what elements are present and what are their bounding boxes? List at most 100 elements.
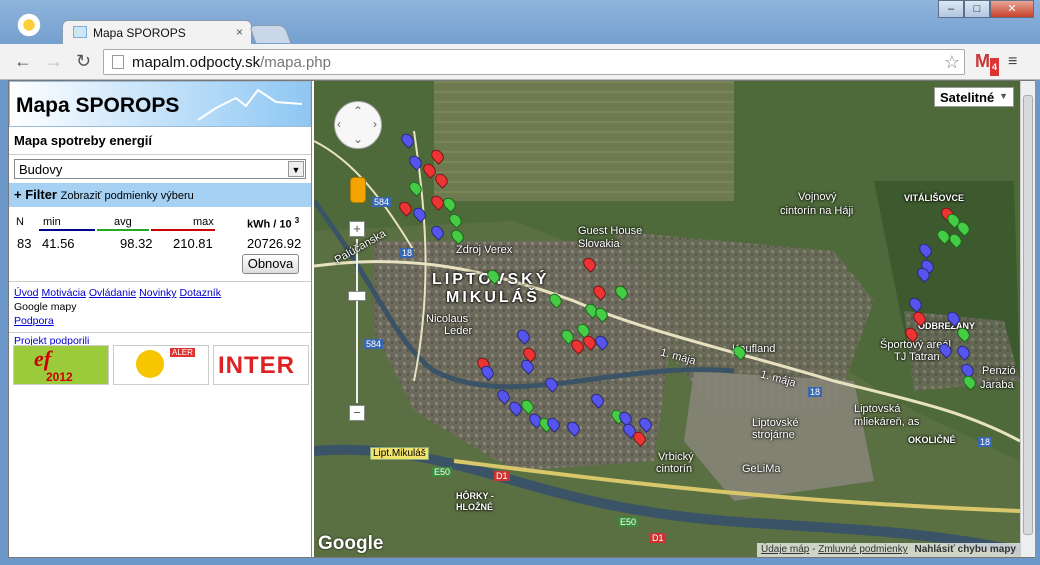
filter-toggle[interactable]: + Filter Zobraziť podmienky výberu [9,183,311,207]
shield-584-b: 584 [364,339,384,349]
pan-left-icon[interactable]: ‹ [337,117,341,131]
category-select[interactable]: Budovy ▼ [14,159,306,179]
map-favicon-icon [73,26,87,38]
label-vrbicky: Vrbický [658,451,694,463]
stat-header-avg: avg [114,216,132,228]
gmail-count-badge: 4 [989,58,999,76]
link-terms[interactable]: Zmluvné podmienky [818,544,907,555]
tab-mapa-sporops[interactable]: Mapa SPOROPS × [62,20,252,44]
brand-title: Mapa SPOROPS [16,94,180,117]
stat-header-max: max [193,216,214,228]
chevron-down-icon: ▼ [999,91,1008,101]
map-type-select[interactable]: Satelitné ▼ [934,87,1014,107]
maximize-button[interactable]: □ [964,0,990,18]
ef-mark: ef [34,346,52,371]
tab-title: Mapa SPOROPS [93,26,186,40]
label-lipt-mikulas: Lipt.Mikuláš [370,447,429,460]
tab-strip: Mapa SPOROPS × – □ ✕ [0,0,1040,44]
sidebar: Mapa SPOROPS Mapa spotreby energií Budov… [9,81,312,557]
zoom-slider-knob[interactable] [348,291,366,301]
zoom-in-button[interactable]: + [349,221,365,237]
page-scrollbar[interactable] [1020,81,1035,557]
label-city-2: MIKULÁŠ [446,289,540,306]
inter-text: INTER [218,352,295,379]
link-report-error[interactable]: Nahlásiť chybu mapy [915,544,1017,555]
forward-arrow-icon[interactable]: → [45,51,63,72]
stat-unit-exponent: 3 [294,216,300,225]
close-window-button[interactable]: ✕ [990,0,1034,18]
stat-avg: 98.32 [120,236,153,251]
flower-logo-icon [16,12,42,38]
browser-toolbar: ← → ↻ mapalm.odpocty.sk/mapa.php ☆ [0,44,1040,80]
label-zdroj: Zdroj Verex [456,244,513,256]
label-vojnovy: Vojnový [798,191,837,203]
label-okolicne: OKOLIČNÉ [908,435,956,445]
window-controls: – □ ✕ [938,0,1034,20]
label-gelima: GeLiMa [742,463,781,475]
filter-label: + Filter [14,187,57,202]
label-jaraba: Jaraba [980,379,1014,391]
stat-header-n: N [16,216,24,228]
url-text: mapalm.odpocty.sk/mapa.php [132,54,331,71]
zoom-out-button[interactable]: − [349,405,365,421]
map-canvas[interactable]: ⌃ ‹ › ⌄ + − Satelitné ▼ LIPTOVSKÝ MIKULÁ… [314,81,1020,557]
refresh-button[interactable]: Obnova [242,254,299,274]
aler-logo[interactable]: ALER [113,345,209,385]
shield-e50-b: E50 [618,517,639,527]
inter-logo[interactable]: INTER [213,345,309,385]
pan-down-icon[interactable]: ⌄ [353,132,363,146]
map-type-label: Satelitné [940,90,995,105]
pan-up-icon[interactable]: ⌃ [353,104,363,118]
ef-logo[interactable]: ef 2012 [13,345,109,385]
tab-close-icon[interactable]: × [236,25,243,39]
chevron-down-icon[interactable]: ▼ [288,161,304,177]
label-liptovske: Liptovské [752,417,799,429]
sponsor-logos: ef 2012 ALER INTER [13,345,309,385]
back-arrow-icon[interactable]: ← [14,51,32,72]
nav-links: Úvod Motivácia Ovládanie Novinky Dotazník Go… [9,282,311,333]
filter-hint: Zobraziť podmienky výberu [60,190,194,202]
shield-e50: E50 [432,467,453,477]
ef-year: 2012 [46,370,73,384]
avg-line [97,229,149,231]
new-tab-button[interactable] [248,25,292,43]
stat-min: 41.56 [42,236,75,251]
page-icon [112,55,124,69]
minimize-button[interactable]: – [938,0,964,18]
shield-18-c: 18 [978,437,993,447]
section-title: Mapa spotreby energií [9,127,311,155]
max-line [151,229,215,231]
stat-header-unit: kWh / 10 3 [247,216,299,231]
shield-d1-b: D1 [650,533,666,543]
stat-header-min: min [43,216,61,228]
stats-panel: N min avg max kWh / 10 3 83 41.56 98.32 … [9,210,311,282]
aler-label: ALER [170,348,195,357]
link-motivacia[interactable]: Motivácia [42,287,86,299]
link-dotaznik[interactable]: Dotazník [180,287,221,299]
reload-icon[interactable]: ↻ [76,51,91,72]
label-vrbicky-2: cintorín [656,463,693,475]
zoom-track[interactable] [356,239,358,403]
label-hlozne: HLOŽNÉ [456,502,493,512]
bookmark-star-icon[interactable]: ☆ [944,52,960,73]
address-bar[interactable]: mapalm.odpocty.sk/mapa.php ☆ [103,49,965,75]
brand-header: Mapa SPOROPS [9,81,311,127]
mountain-graphic-icon [197,88,303,121]
label-strojarne: strojárne [752,429,795,441]
min-line [39,229,95,231]
pan-control[interactable]: ⌃ ‹ › ⌄ [334,101,382,149]
pan-right-icon[interactable]: › [373,117,377,131]
link-podpora[interactable]: Podpora [14,315,54,327]
link-uvod[interactable]: Úvod [14,287,39,299]
street-view-pegman-icon[interactable] [350,177,366,203]
label-nicolaus: Nicolaus [426,313,469,325]
label-guest-house: Guest House [578,225,643,237]
link-map-data[interactable]: Údaje máp [761,544,809,555]
label-leder: Leder [444,325,473,337]
scrollbar-thumb[interactable] [1023,95,1033,535]
chrome-menu-icon[interactable]: ≡ [1008,53,1017,71]
url-host: mapalm.odpocty.sk [132,54,261,71]
link-novinky[interactable]: Novinky [139,287,176,299]
link-ovladanie[interactable]: Ovládanie [89,287,136,299]
gmail-extension-icon[interactable]: M4 [975,52,999,76]
